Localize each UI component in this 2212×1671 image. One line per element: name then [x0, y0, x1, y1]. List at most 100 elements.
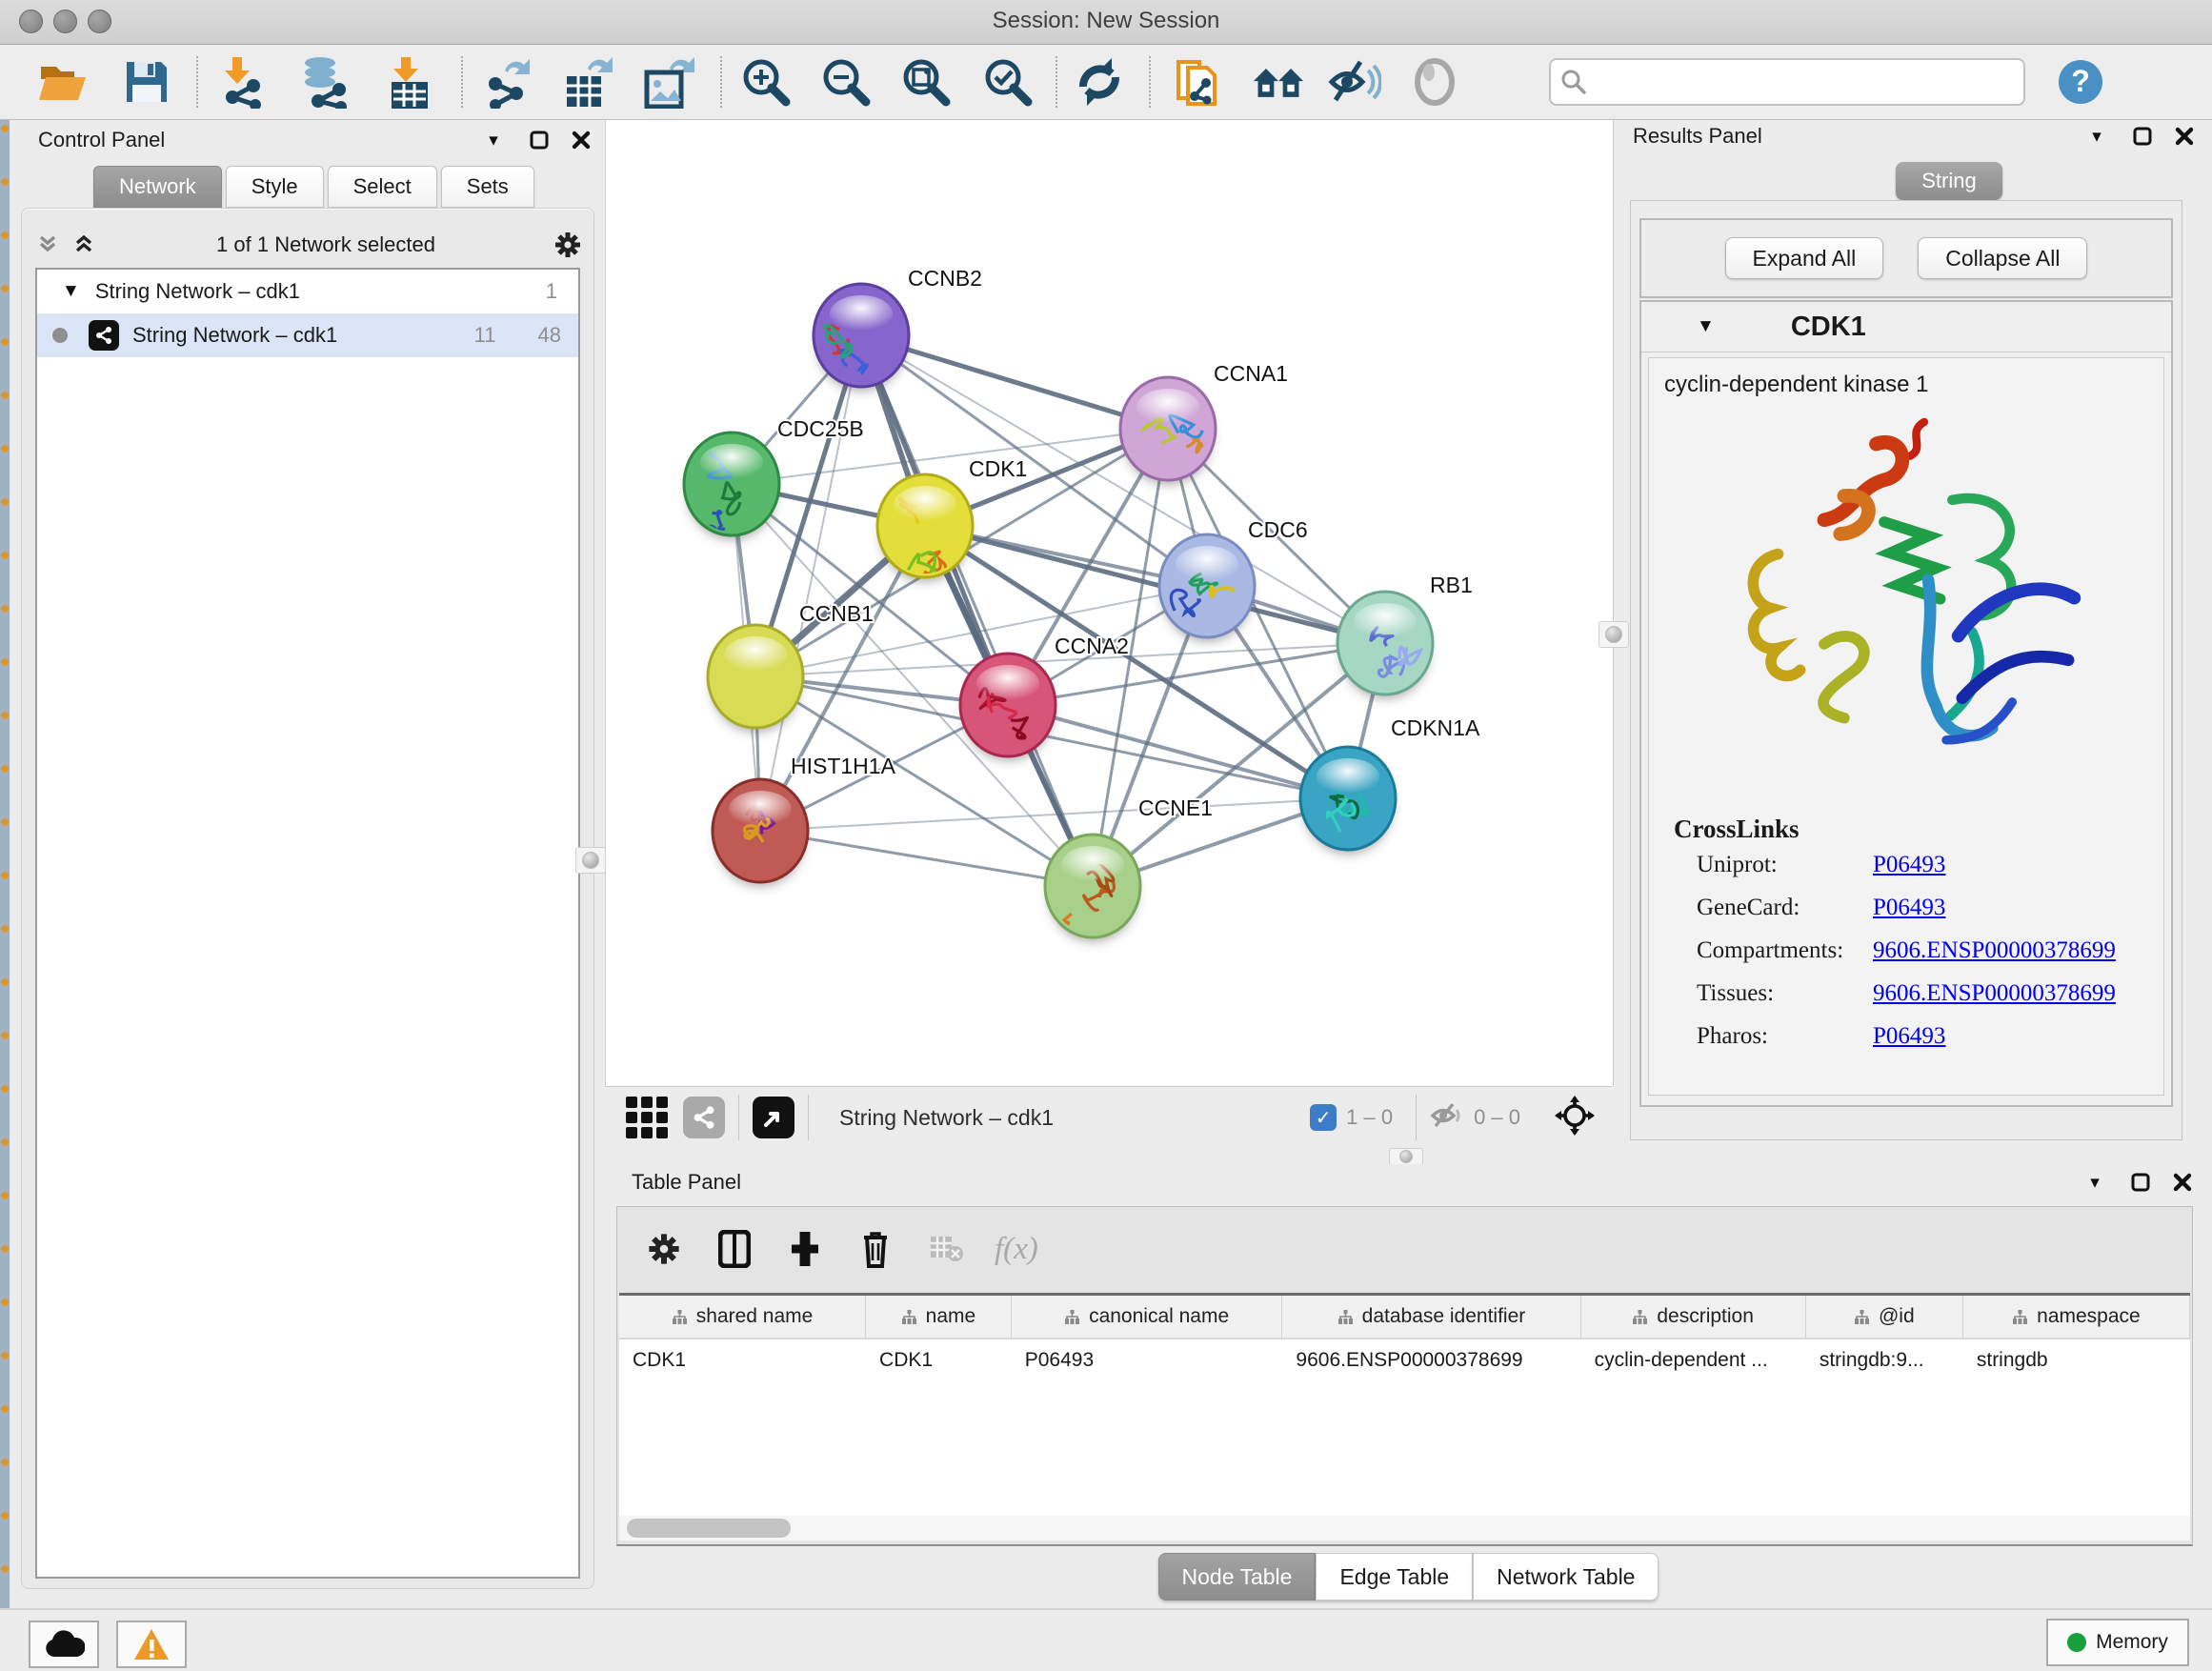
results-panel: Results Panel ▾ String Expand All Collap…	[1619, 120, 2212, 1164]
tab-edge-table[interactable]: Edge Table	[1316, 1553, 1473, 1601]
status-bar: Memory	[0, 1608, 2212, 1671]
crosslink-link[interactable]: 9606.ENSP00000378699	[1873, 980, 2116, 1007]
string-overlay-icon[interactable]	[683, 1097, 725, 1138]
open-session-icon[interactable]	[36, 55, 90, 109]
selected-checkbox-icon[interactable]: ✓	[1310, 1104, 1337, 1131]
control-panel: Control Panel ▾ NetworkStyleSelectSets 1…	[10, 120, 605, 1595]
column-header-canonical-name[interactable]: canonical name	[1012, 1296, 1283, 1338]
refresh-icon[interactable]	[1073, 55, 1126, 109]
node-CCNE1[interactable]: CCNE1	[1040, 795, 1213, 942]
collapse-panel-icon[interactable]: ▾	[2081, 1170, 2109, 1195]
close-panel-icon[interactable]	[567, 128, 595, 152]
tab-string[interactable]: String	[1896, 162, 2002, 200]
open-in-new-window-icon[interactable]	[753, 1097, 794, 1138]
crosslink-link[interactable]: 9606.ENSP00000378699	[1873, 937, 2116, 964]
crosslink-link[interactable]: P06493	[1873, 852, 1945, 878]
collection-expander-icon[interactable]: ▼	[62, 281, 80, 302]
gene-expander-icon[interactable]: ▼	[1697, 316, 1715, 337]
column-header-shared-name[interactable]: shared name	[619, 1296, 866, 1338]
network-collection-row[interactable]: ▼ String Network – cdk1 1	[37, 270, 578, 313]
node-CDK1[interactable]: CDK1	[877, 456, 1027, 582]
zoom-in-icon[interactable]	[739, 55, 793, 109]
separator	[1416, 1095, 1417, 1140]
search-input[interactable]	[1593, 62, 2016, 100]
table-settings-gear-icon[interactable]	[640, 1225, 688, 1273]
save-session-icon[interactable]	[120, 55, 173, 109]
collapse-all-networks-icon[interactable]	[33, 232, 62, 257]
network-node-count: 11	[474, 323, 496, 348]
results-panel-title: Results Panel	[1633, 124, 1762, 149]
import-network-database-icon[interactable]	[297, 55, 351, 109]
gene-panel: ▼ CDK1 cyclin-dependent kinase 1	[1639, 300, 2173, 1107]
float-panel-icon[interactable]	[525, 128, 553, 152]
network-edge-count: 48	[538, 323, 561, 348]
export-network-icon[interactable]	[482, 55, 535, 109]
memory-button[interactable]: Memory	[2046, 1619, 2189, 1666]
import-table-icon[interactable]	[383, 55, 436, 109]
tab-network[interactable]: Network	[93, 166, 222, 208]
expand-all-button[interactable]: Expand All	[1725, 237, 1884, 279]
tab-sets[interactable]: Sets	[441, 166, 534, 208]
window-title: Session: New Session	[0, 8, 2212, 34]
network-options-gear-icon[interactable]	[553, 232, 582, 257]
crosslink-row: Tissues:9606.ENSP00000378699	[1697, 980, 2163, 1007]
add-column-icon[interactable]	[781, 1225, 829, 1273]
table-row[interactable]: CDK1CDK1P064939606.ENSP00000378699cyclin…	[619, 1339, 2190, 1381]
network-graph[interactable]: CCNB2CCNA1CDC25BCDK1CDC6RB1CCNB1CCNA2CDK…	[606, 120, 1611, 1084]
float-panel-icon[interactable]	[2126, 1170, 2155, 1195]
edge-HIST1H1A-CCNE1[interactable]	[760, 831, 1093, 886]
collapse-all-button[interactable]: Collapse All	[1918, 237, 2087, 279]
cloud-button[interactable]	[29, 1621, 99, 1668]
crosslink-link[interactable]: P06493	[1873, 895, 1945, 921]
warnings-button[interactable]	[116, 1621, 187, 1668]
column-header--id[interactable]: @id	[1806, 1296, 1963, 1338]
edge-CDK1-RB1[interactable]	[925, 526, 1385, 643]
tab-select[interactable]: Select	[328, 166, 437, 208]
show-columns-icon[interactable]	[711, 1225, 758, 1273]
crosslinks-list: Uniprot:P06493GeneCard:P06493Compartment…	[1649, 852, 2163, 1050]
delete-column-icon[interactable]	[852, 1225, 899, 1273]
zoom-selected-icon[interactable]	[981, 55, 1035, 109]
collapse-panel-icon[interactable]: ▾	[2082, 124, 2111, 149]
clone-network-icon[interactable]	[1172, 55, 1225, 109]
column-header-description[interactable]: description	[1581, 1296, 1806, 1338]
show-graphics-details-icon[interactable]	[1408, 55, 1461, 109]
network-selection-status: 1 of 1 Network selected	[98, 232, 553, 257]
help-icon[interactable]: ?	[2054, 55, 2107, 109]
zoom-out-icon[interactable]	[819, 55, 873, 109]
expand-all-networks-icon[interactable]	[70, 232, 98, 257]
node-RB1[interactable]: RB1	[1337, 573, 1473, 699]
column-header-name[interactable]: name	[866, 1296, 1012, 1338]
grid-icon[interactable]	[626, 1097, 668, 1138]
export-table-icon[interactable]	[562, 55, 615, 109]
node-CDKN1A[interactable]: CDKN1A	[1300, 715, 1480, 855]
network-row[interactable]: String Network – cdk1 11 48	[37, 313, 578, 357]
scrollbar-thumb[interactable]	[627, 1519, 791, 1538]
collapse-panel-icon[interactable]: ▾	[479, 128, 508, 152]
column-header-database-identifier[interactable]: database identifier	[1282, 1296, 1580, 1338]
close-panel-icon[interactable]	[2168, 1170, 2197, 1195]
zoom-fit-icon[interactable]	[899, 55, 953, 109]
node-CDC6[interactable]: CDC6	[1159, 517, 1308, 642]
horizontal-splitter[interactable]	[605, 1147, 1612, 1164]
horizontal-scrollbar[interactable]	[619, 1516, 2190, 1540]
home-icon[interactable]	[1252, 55, 1305, 109]
crosslink-link[interactable]: P06493	[1873, 1023, 1945, 1050]
close-panel-icon[interactable]	[2170, 124, 2199, 149]
tab-node-table[interactable]: Node Table	[1158, 1553, 1317, 1601]
left-splitter-handle[interactable]	[575, 847, 606, 874]
bottom-splitter-handle[interactable]	[1389, 1148, 1423, 1165]
export-image-icon[interactable]	[642, 55, 695, 109]
table-cell: CDK1	[866, 1339, 1012, 1381]
node-label-CCNB2: CCNB2	[908, 266, 982, 291]
birds-eye-view-icon[interactable]	[1555, 1096, 1595, 1140]
tab-style[interactable]: Style	[226, 166, 324, 208]
node-CCNB2[interactable]: CCNB2	[814, 266, 982, 392]
hide-graphics-details-icon[interactable]	[1328, 55, 1381, 109]
import-network-file-icon[interactable]	[217, 55, 271, 109]
float-panel-icon[interactable]	[2128, 124, 2157, 149]
node-HIST1H1A[interactable]: HIST1H1A	[713, 754, 896, 887]
tab-network-table[interactable]: Network Table	[1473, 1553, 1659, 1601]
column-header-namespace[interactable]: namespace	[1963, 1296, 2190, 1338]
function-builder-icon: f(x)	[995, 1232, 1038, 1267]
